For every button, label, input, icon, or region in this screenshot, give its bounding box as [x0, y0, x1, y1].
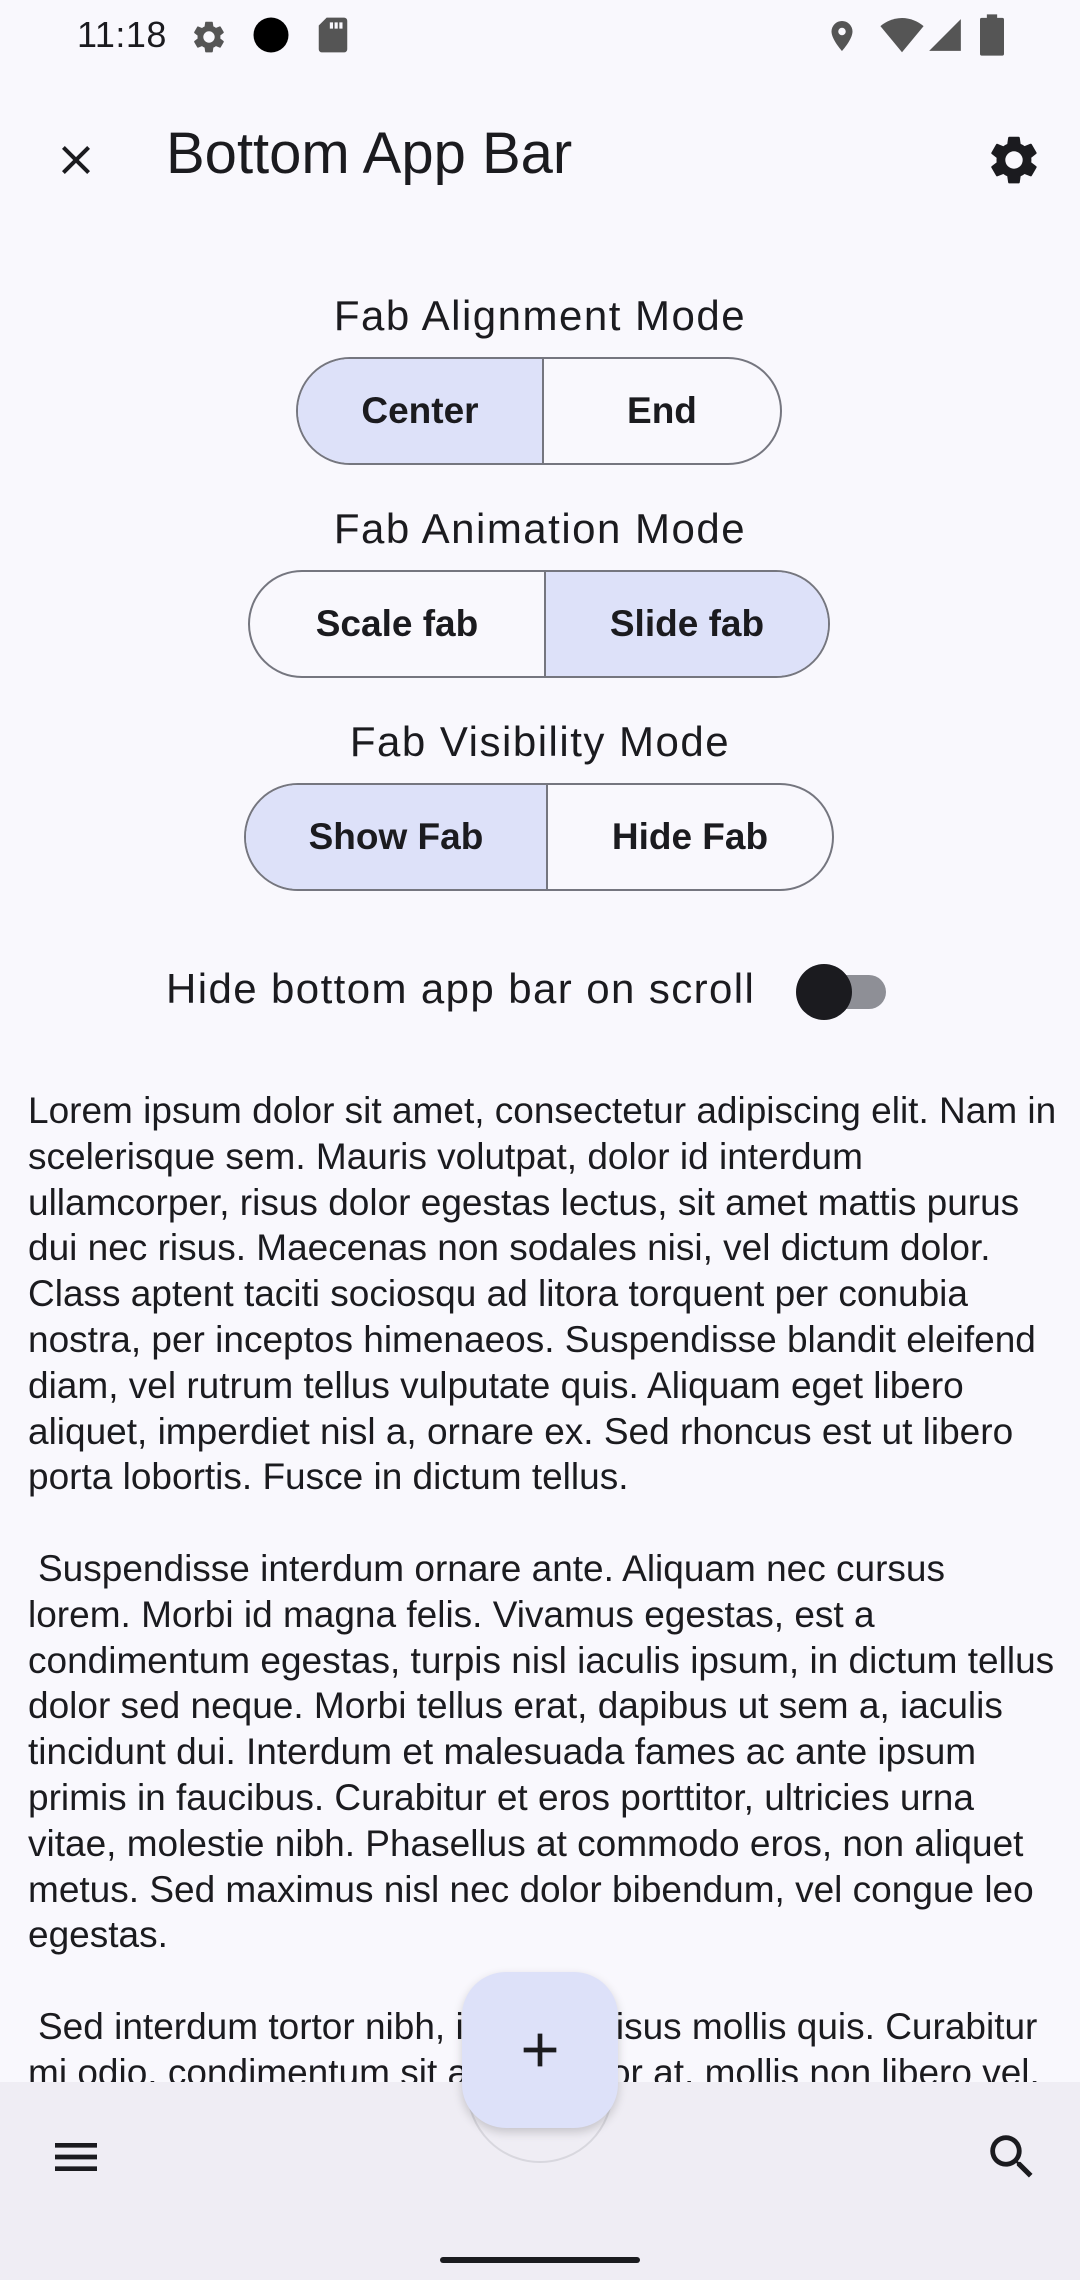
wifi-icon	[880, 18, 924, 53]
add-icon	[523, 2033, 557, 2067]
status-time: 11:18	[77, 14, 167, 55]
hide-on-scroll-label: Hide bottom app bar on scroll	[166, 965, 756, 1012]
search-icon	[990, 2135, 1033, 2178]
settings-button[interactable]	[974, 120, 1054, 200]
fab-visibility-hide-button[interactable]: Hide Fab	[545, 785, 832, 889]
hide-on-scroll-row: Hide bottom app bar on scroll	[0, 955, 1080, 1027]
battery-icon	[980, 14, 1004, 56]
gear-icon	[194, 21, 224, 53]
location-icon	[831, 21, 853, 51]
fab-alignment-toggle-group: Center End	[296, 357, 782, 465]
fab-alignment-center-button[interactable]: Center	[298, 359, 542, 463]
fab-alignment-label: Fab Alignment Mode	[333, 292, 747, 339]
paragraph: Suspendisse interdum ornare ante. Aliqua…	[28, 1547, 1055, 1956]
top-app-bar: Bottom App Bar	[0, 84, 1080, 224]
fab-visibility-show-button[interactable]: Show Fab	[246, 785, 546, 889]
fab-animation-slide-button[interactable]: Slide fab	[543, 572, 828, 676]
paragraph: Lorem ipsum dolor sit amet, consectetur …	[28, 1090, 1057, 1498]
signal-icon	[929, 19, 961, 51]
close-icon	[62, 146, 90, 174]
sd-card-icon	[318, 17, 348, 53]
close-button[interactable]	[36, 120, 116, 200]
status-bar: 11:18	[0, 0, 1080, 70]
fab-alignment-end-button[interactable]: End	[541, 359, 780, 463]
page-title: Bottom App Bar	[166, 121, 573, 186]
fab-animation-toggle-group: Scale fab Slide fab	[248, 570, 830, 678]
add-fab[interactable]	[462, 1972, 618, 2128]
menu-button[interactable]	[36, 2117, 116, 2197]
fab-visibility-toggle-group: Show Fab Hide Fab	[244, 783, 834, 891]
fab-animation-label: Fab Animation Mode	[333, 505, 747, 552]
switch-thumb[interactable]	[796, 964, 852, 1020]
circle-icon	[253, 17, 289, 53]
menu-icon	[55, 2143, 97, 2171]
fab-visibility-label: Fab Visibility Mode	[349, 718, 731, 765]
gear-icon	[991, 136, 1037, 184]
fab-animation-scale-button[interactable]: Scale fab	[250, 572, 544, 676]
search-button[interactable]	[972, 2117, 1052, 2197]
navigation-handle[interactable]	[440, 2257, 640, 2263]
